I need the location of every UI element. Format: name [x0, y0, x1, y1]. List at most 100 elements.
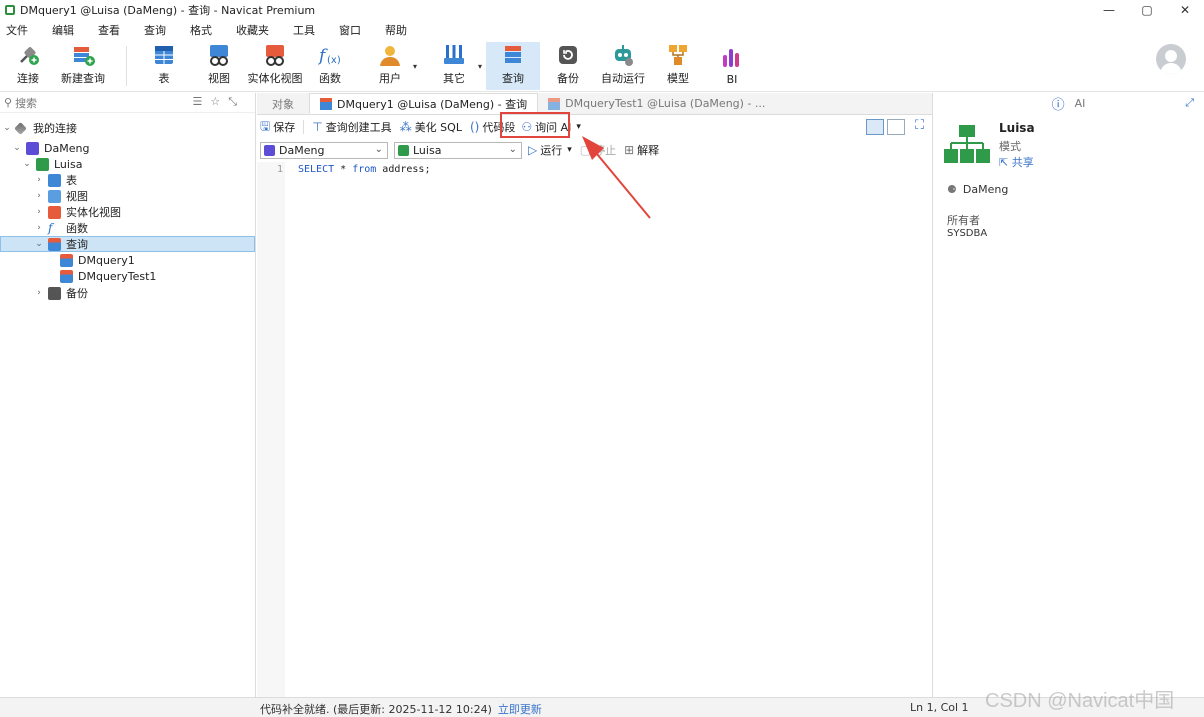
sql-token: * — [334, 164, 353, 175]
materialized-view-icon — [266, 45, 284, 66]
fullscreen-icon[interactable]: ⛶ — [915, 118, 924, 133]
tab-dmquerytest1[interactable]: DMqueryTest1 @Luisa (DaMeng) - ... — [538, 93, 775, 114]
tree-item-views[interactable]: › 视图 — [34, 188, 88, 204]
function-icon: f — [48, 220, 53, 235]
tab-dmquery1[interactable]: DMquery1 @Luisa (DaMeng) - 查询 — [309, 93, 539, 114]
table-icon — [48, 173, 61, 187]
info-icon[interactable]: ⓘ — [1052, 94, 1065, 113]
sql-keyword-from: from — [352, 164, 377, 175]
tree-item-functions[interactable]: › f 函数 — [34, 220, 88, 236]
menu-favorites[interactable]: 收藏夹 — [236, 22, 269, 38]
connect-button[interactable]: 连接 — [6, 42, 50, 90]
view-button[interactable]: 视图 — [200, 42, 238, 90]
chevron-right-icon[interactable]: › — [34, 288, 44, 298]
split-horizontal-icon[interactable] — [866, 119, 884, 135]
backup-button[interactable]: 备份 — [550, 42, 586, 90]
menu-edit[interactable]: 编辑 — [52, 22, 74, 38]
run-button[interactable]: ▷ 运行 ▾ — [528, 142, 572, 158]
tree-connection-dameng[interactable]: ⌄ DaMeng — [12, 140, 89, 156]
chevron-right-icon[interactable]: › — [34, 207, 44, 217]
line-number: 1 — [276, 164, 283, 175]
snippet-icon: () — [469, 120, 480, 134]
star-icon[interactable]: ☆ — [210, 95, 220, 109]
chevron-right-icon[interactable]: › — [34, 223, 44, 233]
collapse-icon[interactable]: ⤡ — [228, 95, 237, 109]
query-builder-button[interactable]: ⊤ 查询创建工具 — [312, 119, 391, 135]
chevron-down-icon[interactable]: ⌄ — [2, 123, 12, 133]
query-icon — [60, 269, 73, 283]
main-toolbar: 连接 新建查询 表 视图 实体化视图 f (x) 函数 用户 ▾ 其它 ▾ 查询 … — [0, 40, 1204, 92]
tab-objects[interactable]: 对象 — [257, 93, 309, 114]
menu-view[interactable]: 查看 — [98, 22, 120, 38]
robot-icon — [615, 45, 633, 66]
bi-button[interactable]: BI — [714, 42, 750, 90]
close-button[interactable]: ✕ — [1166, 0, 1204, 20]
chevron-right-icon[interactable]: › — [34, 175, 44, 185]
maximize-button[interactable]: ▢ — [1128, 0, 1166, 20]
chevron-down-icon[interactable]: ⌄ — [34, 239, 44, 249]
connection-info: ⚈ DaMeng — [947, 183, 1009, 196]
save-button[interactable]: 🖫 保存 — [260, 117, 295, 138]
table-button[interactable]: 表 — [146, 42, 182, 90]
schema-select[interactable]: Luisa ⌄ — [394, 141, 522, 159]
menu-help[interactable]: 帮助 — [385, 22, 407, 38]
materialized-view-button[interactable]: 实体化视图 — [248, 42, 303, 90]
schema-name: Luisa — [999, 121, 1035, 135]
query-icon — [60, 253, 73, 267]
chevron-down-icon[interactable]: ⌄ — [22, 159, 32, 169]
tree-item-tables[interactable]: › 表 — [34, 172, 77, 188]
new-query-button[interactable]: 新建查询 — [58, 42, 108, 90]
query-button[interactable]: 查询 — [486, 42, 540, 90]
user-dropdown-arrow-icon[interactable]: ▾ — [413, 62, 417, 71]
update-now-link[interactable]: 立即更新 — [498, 703, 542, 716]
connection-select[interactable]: DaMeng ⌄ — [260, 141, 388, 159]
tree-item-queries[interactable]: ⌄ 查询 — [0, 236, 255, 252]
split-vertical-icon[interactable] — [887, 119, 905, 135]
other-dropdown-arrow-icon[interactable]: ▾ — [478, 62, 482, 71]
query-icon — [48, 237, 61, 251]
owner-label: 所有者 — [947, 214, 980, 227]
menu-tools[interactable]: 工具 — [293, 22, 315, 38]
other-button[interactable]: 其它 — [436, 42, 472, 90]
tree-root[interactable]: ⌄ 我的连接 — [2, 120, 77, 136]
share-icon: ⇱ — [999, 156, 1012, 169]
chevron-right-icon[interactable]: › — [34, 191, 44, 201]
menu-file[interactable]: 文件 — [6, 22, 28, 38]
filter-icon[interactable]: ☰ — [192, 95, 202, 109]
navigator-search[interactable]: ⚲ 搜索 ☰ ☆ ⤡ — [0, 93, 255, 113]
sql-keyword-select: SELECT — [298, 164, 335, 175]
tree-query-dmquery1[interactable]: DMquery1 — [60, 252, 135, 268]
materialized-view-icon — [48, 205, 61, 219]
schema-icon — [398, 144, 409, 156]
chevron-down-icon[interactable]: ⌄ — [12, 143, 22, 153]
tree-schema-luisa[interactable]: ⌄ Luisa — [22, 156, 82, 172]
menu-bar: 文件 编辑 查看 查询 格式 收藏夹 工具 窗口 帮助 — [0, 20, 1204, 40]
tools-icon — [444, 45, 464, 64]
share-link[interactable]: ⇱ 共享 — [999, 154, 1034, 170]
tree-item-backups[interactable]: › 备份 — [34, 285, 88, 301]
function-button[interactable]: f (x) 函数 — [312, 42, 348, 90]
menu-query[interactable]: 查询 — [144, 22, 166, 38]
view-icon — [210, 45, 228, 66]
user-avatar[interactable] — [1156, 44, 1186, 74]
ai-tab[interactable]: AI — [1075, 97, 1086, 110]
toolbar-separator — [303, 120, 305, 134]
menu-format[interactable]: 格式 — [190, 22, 212, 38]
dameng-db-icon — [264, 144, 275, 156]
minimize-button[interactable]: — — [1090, 0, 1128, 20]
chevron-down-icon: ⌄ — [508, 143, 517, 155]
schema-icon — [36, 157, 49, 171]
tree-query-dmquerytest1[interactable]: DMqueryTest1 — [60, 268, 156, 284]
sql-editor[interactable]: 1 SELECT * from address; — [257, 162, 932, 697]
automation-button[interactable]: 自动运行 — [600, 42, 646, 90]
query-icon — [505, 46, 521, 63]
beautify-sql-button[interactable]: ⁂ 美化 SQL — [400, 119, 462, 135]
backup-icon — [559, 46, 577, 64]
expand-icon[interactable]: ⤢ — [1185, 96, 1194, 110]
model-button[interactable]: 模型 — [660, 42, 696, 90]
menu-window[interactable]: 窗口 — [339, 22, 361, 38]
function-icon: f (x) — [317, 46, 341, 66]
user-button[interactable]: 用户 — [372, 42, 408, 90]
tree-item-materialized-views[interactable]: › 实体化视图 — [34, 204, 121, 220]
sql-code-line[interactable]: SELECT * from address; — [298, 164, 430, 175]
